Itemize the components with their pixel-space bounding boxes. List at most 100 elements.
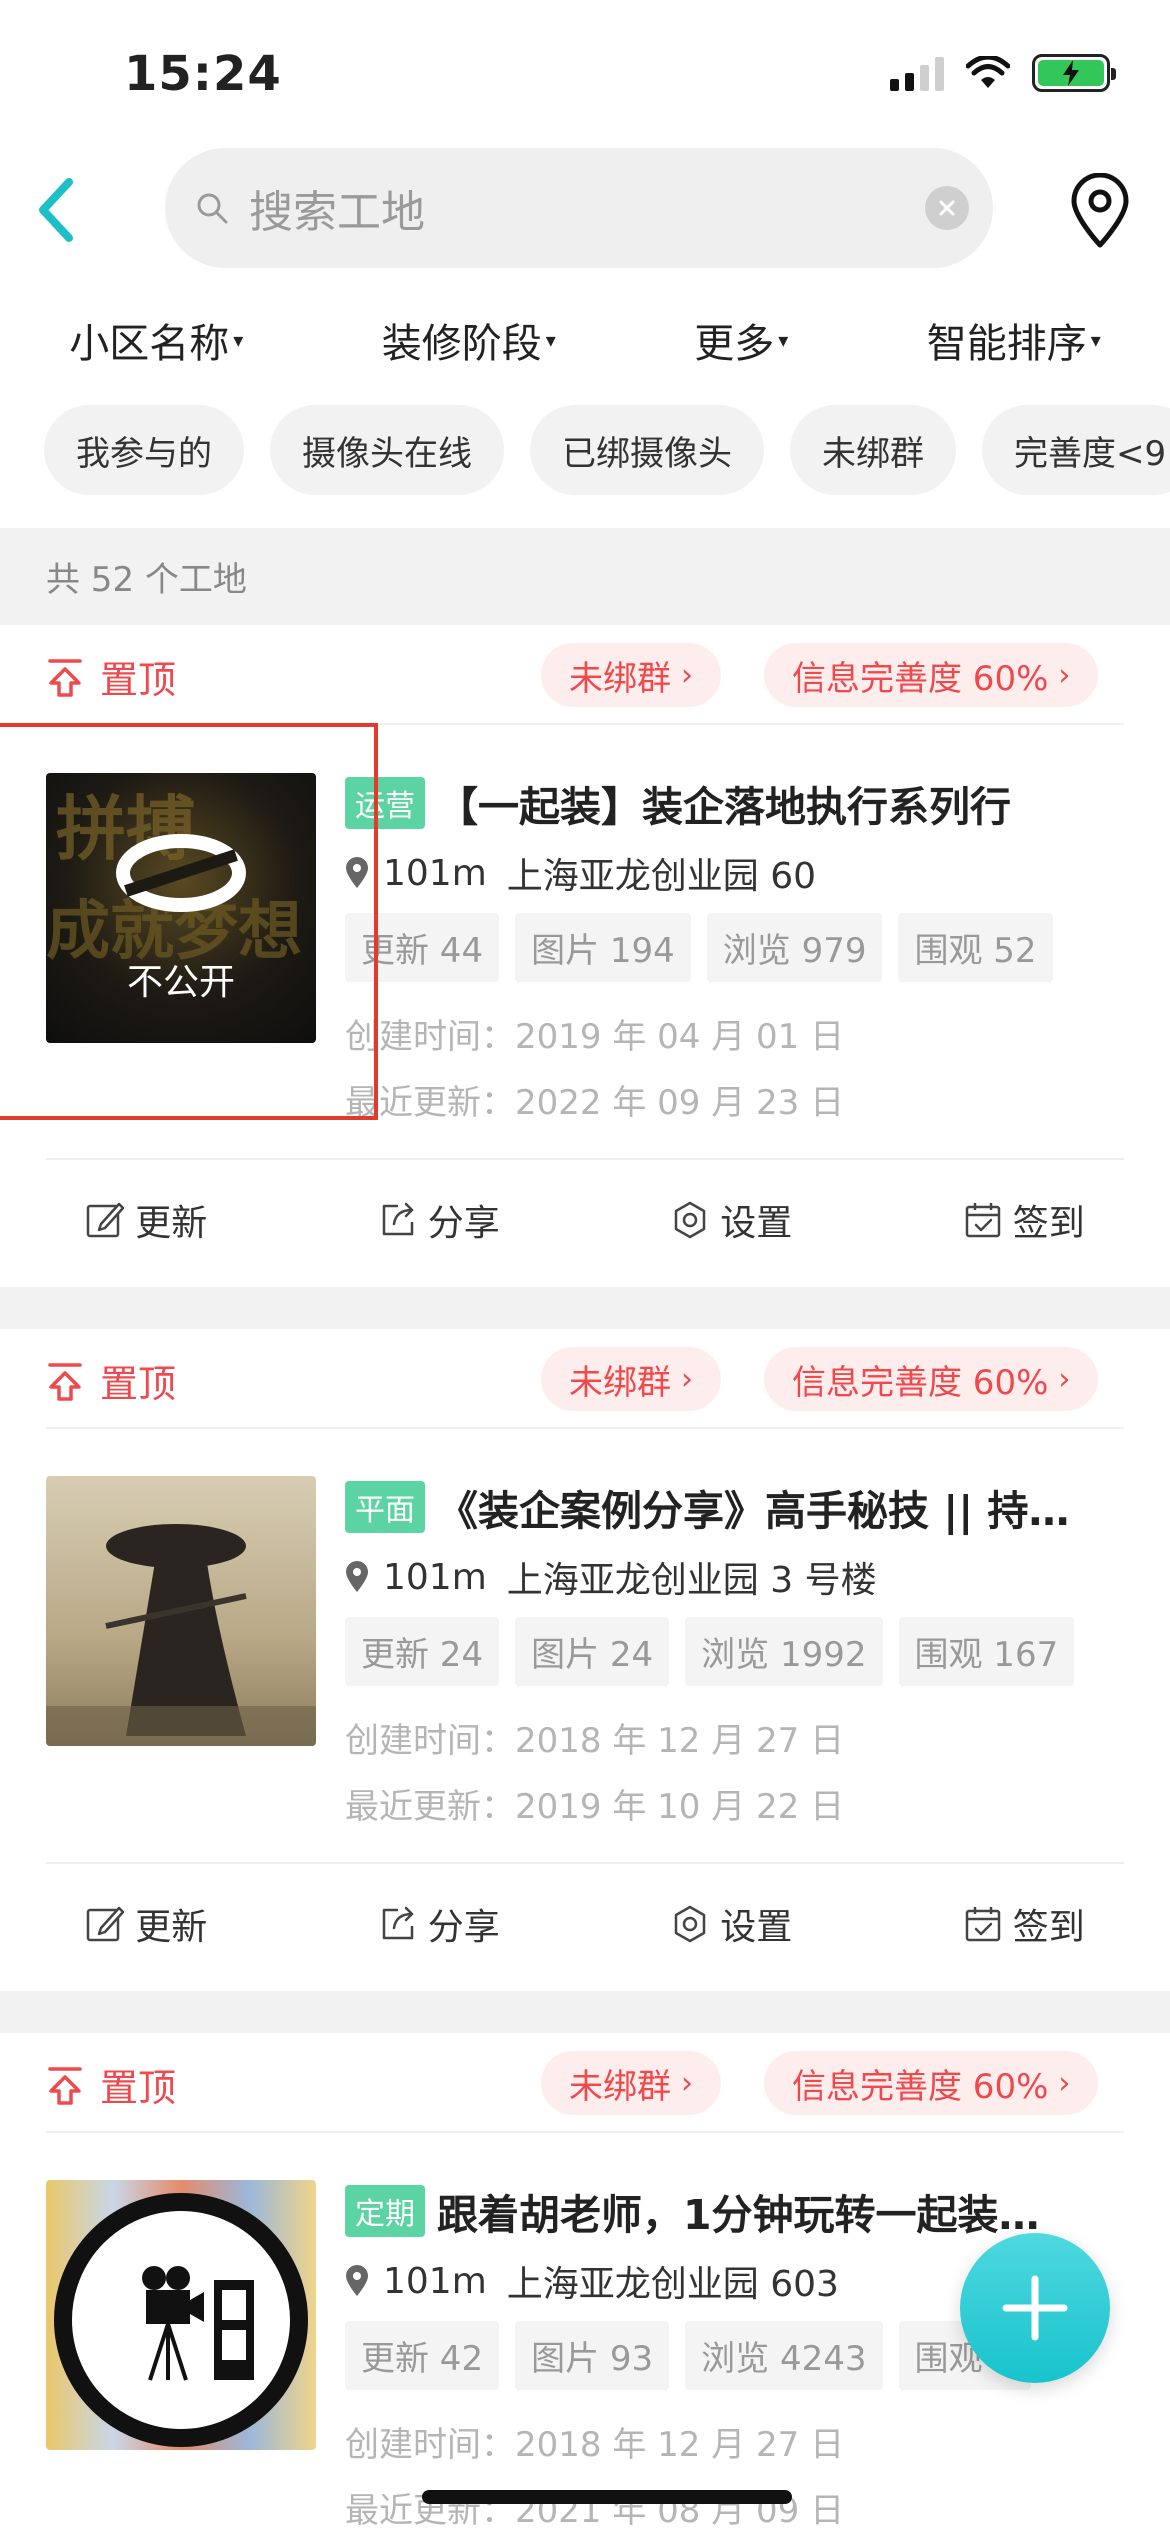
caret-down-icon: ▾ <box>1090 328 1101 352</box>
action-label: 更新 <box>135 1203 208 1244</box>
info-completeness-pill[interactable]: 信息完善度 60% › <box>764 2051 1099 2115</box>
settings-button[interactable]: 设置 <box>670 1898 792 1950</box>
created-label: 创建时间： <box>345 1721 515 1761</box>
group-status-pill[interactable]: 未绑群 › <box>541 1347 721 1411</box>
update-button[interactable]: 更新 <box>85 1898 207 1950</box>
action-label: 更新 <box>135 1907 208 1948</box>
chip-camera-online[interactable]: 摄像头在线 <box>270 405 504 495</box>
share-icon <box>382 1906 413 1940</box>
chip-group-unbound[interactable]: 未绑群 <box>790 405 956 495</box>
highlight-annotation <box>0 723 378 1120</box>
filter-label: 更多 <box>694 321 775 367</box>
location-button[interactable] <box>1060 166 1140 256</box>
clear-search-icon[interactable] <box>925 186 969 230</box>
card-actions: 更新 分享 设置 签到 <box>0 1165 1170 1275</box>
updated-label: 最近更新： <box>345 1787 515 1827</box>
pill-label: 信息完善度 60% <box>792 658 1049 699</box>
stat-photos: 图片 93 <box>515 2321 670 2390</box>
cellular-signal-icon <box>890 55 944 91</box>
pin-top-icon <box>48 1362 82 1401</box>
video-camera-icon <box>54 2193 308 2447</box>
distance: 101m <box>383 852 487 894</box>
status-icons <box>890 54 1116 92</box>
status-bar: 15:24 <box>0 0 1170 140</box>
location-row: 101m 上海亚龙创业园 603 <box>345 2255 839 2307</box>
site-title: 跟着胡老师，1分钟玩转一起装… <box>437 2191 1040 2239</box>
search-icon <box>197 193 228 224</box>
pill-label: 未绑群 <box>569 1362 671 1403</box>
pin-label: 置顶 <box>100 2066 177 2110</box>
site-thumbnail[interactable] <box>46 1476 316 1746</box>
action-label: 分享 <box>427 1907 500 1948</box>
update-button[interactable]: 更新 <box>85 1194 207 1246</box>
search-input[interactable]: 搜索工地 <box>165 148 993 268</box>
updated-date: 2022 年 09 月 23 日 <box>515 1083 845 1123</box>
stats-row: 更新 24 图片 24 浏览 1992 围观 167 <box>345 1617 1075 1686</box>
created-row: 创建时间：2018 年 12 月 27 日 <box>345 2417 844 2466</box>
stat-photos: 图片 24 <box>515 1617 670 1686</box>
pin-to-top-button[interactable]: 置顶 <box>46 2057 176 2112</box>
updated-row: 最近更新：2022 年 09 月 23 日 <box>345 1075 844 1124</box>
group-status-pill[interactable]: 未绑群 › <box>541 2051 721 2115</box>
pin-to-top-button[interactable]: 置顶 <box>46 649 176 704</box>
location-text: 上海亚龙创业园 60 <box>506 856 817 897</box>
created-date: 2018 年 12 月 27 日 <box>515 1721 845 1761</box>
filter-label: 装修阶段 <box>381 321 542 367</box>
stats-row: 更新 44 图片 194 浏览 979 围观 52 <box>345 913 1053 982</box>
stat-watchers: 围观 167 <box>898 1617 1075 1686</box>
filter-sort[interactable]: 智能排序 ▾ <box>927 311 1101 369</box>
quick-filter-chips: 我参与的 摄像头在线 已绑摄像头 未绑群 完善度<9 <box>44 405 1170 495</box>
info-completeness-pill[interactable]: 信息完善度 60% › <box>764 643 1099 707</box>
pill-label: 信息完善度 60% <box>792 2066 1049 2107</box>
filter-stage[interactable]: 装修阶段 ▾ <box>382 311 556 369</box>
add-site-button[interactable] <box>960 2233 1110 2383</box>
action-label: 设置 <box>720 1907 793 1948</box>
card-header: 置顶 未绑群 › 信息完善度 60% › <box>46 1329 1124 1429</box>
action-label: 签到 <box>1012 1907 1085 1948</box>
title-row: 平面 《装企案例分享》高手秘技 || 持… <box>345 1477 1135 1537</box>
gear-icon <box>674 1905 706 1943</box>
type-tag: 平面 <box>345 1481 425 1533</box>
home-indicator[interactable] <box>422 2490 792 2504</box>
chevron-right-icon: › <box>1058 2065 1071 2101</box>
share-button[interactable]: 分享 <box>378 1194 500 1246</box>
site-card[interactable]: 置顶 未绑群 › 信息完善度 60% › 平面 《装企案例分享》高手秘技 || 持…… <box>0 1329 1170 1991</box>
divider <box>46 1158 1124 1160</box>
edit-icon <box>86 1906 125 1942</box>
filter-more[interactable]: 更多 ▾ <box>694 311 788 369</box>
location-pin-icon <box>1071 173 1129 248</box>
result-count: 共 52 个工地 <box>0 528 1170 625</box>
chip-participated[interactable]: 我参与的 <box>44 405 244 495</box>
calendar-check-icon <box>965 1907 1000 1942</box>
pill-label: 未绑群 <box>569 658 671 699</box>
site-thumbnail[interactable] <box>46 2180 316 2450</box>
chip-camera-bound[interactable]: 已绑摄像头 <box>530 405 764 495</box>
created-date: 2018 年 12 月 27 日 <box>515 2425 845 2465</box>
chip-completeness[interactable]: 完善度<9 <box>982 405 1170 495</box>
divider <box>46 1862 1124 1864</box>
share-button[interactable]: 分享 <box>378 1898 500 1950</box>
location-text: 上海亚龙创业园 3 号楼 <box>506 1560 877 1601</box>
pin-to-top-button[interactable]: 置顶 <box>46 1353 176 1408</box>
filter-label: 智能排序 <box>926 321 1087 367</box>
filter-community[interactable]: 小区名称 ▾ <box>69 311 243 369</box>
stat-updates: 更新 24 <box>345 1617 500 1686</box>
group-status-pill[interactable]: 未绑群 › <box>541 643 721 707</box>
updated-row: 最近更新：2019 年 10 月 22 日 <box>345 1779 844 1828</box>
filter-bar: 小区名称 ▾ 装修阶段 ▾ 更多 ▾ 智能排序 ▾ <box>0 300 1170 380</box>
site-title: 《装企案例分享》高手秘技 || 持… <box>437 1487 1070 1535</box>
title-row: 运营 【一起装】装企落地执行系列行 <box>345 773 1135 833</box>
check-in-button[interactable]: 签到 <box>963 1194 1085 1246</box>
header: 搜索工地 <box>0 140 1170 280</box>
info-completeness-pill[interactable]: 信息完善度 60% › <box>764 1347 1099 1411</box>
chevron-right-icon: › <box>681 1361 693 1397</box>
created-row: 创建时间：2019 年 04 月 01 日 <box>345 1009 844 1058</box>
filter-label: 小区名称 <box>69 321 230 367</box>
check-in-button[interactable]: 签到 <box>963 1898 1085 1950</box>
location-text: 上海亚龙创业园 603 <box>506 2264 839 2305</box>
back-button[interactable] <box>20 170 90 250</box>
battery-icon <box>1032 54 1116 92</box>
settings-button[interactable]: 设置 <box>670 1194 792 1246</box>
chevron-right-icon: › <box>1058 657 1071 693</box>
location-row: 101m 上海亚龙创业园 60 <box>345 847 816 899</box>
